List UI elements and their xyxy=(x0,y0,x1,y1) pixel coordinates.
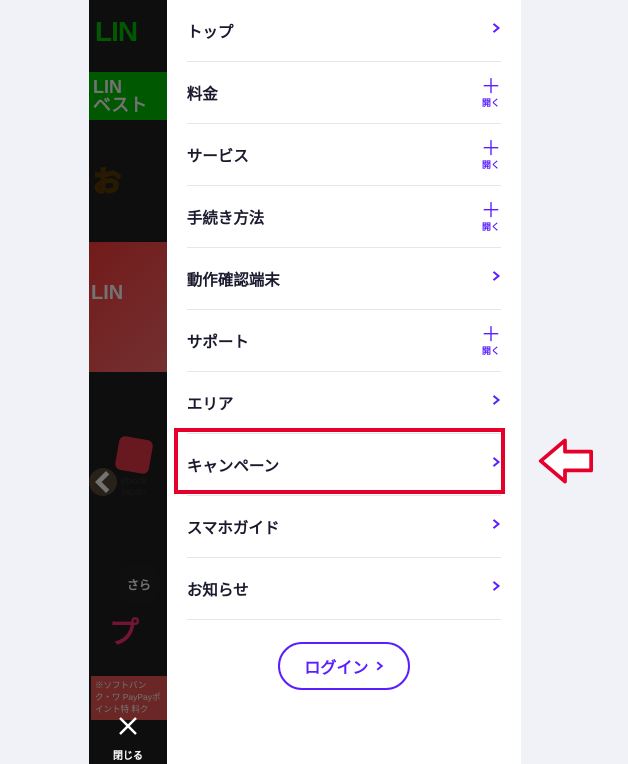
bg-green-line2: ベスト xyxy=(93,96,147,114)
menu-item-area[interactable]: エリア xyxy=(187,372,501,434)
chevron-right-icon xyxy=(491,269,501,288)
menu-list: トップ料金＋開くサービス＋開く手続き方法＋開く動作確認端末サポート＋開くエリアキ… xyxy=(167,0,521,620)
bg-black-circle: さら xyxy=(117,562,161,606)
chevron-right-icon xyxy=(491,21,501,40)
expand-icon: ＋開く xyxy=(481,201,501,233)
bg-green-band: LIN ベスト xyxy=(89,72,167,120)
menu-item-service[interactable]: サービス ＋開く xyxy=(187,124,501,186)
plus-icon: ＋ xyxy=(481,139,501,159)
chevron-right-icon xyxy=(491,455,501,474)
chevron-right-icon xyxy=(491,579,501,598)
menu-item-label: お知らせ xyxy=(187,578,249,600)
bg-ebook-logo: ebook japan xyxy=(111,438,157,484)
menu-item-label: スマホガイド xyxy=(187,516,280,538)
close-icon xyxy=(116,714,140,743)
plus-icon: ＋ xyxy=(481,325,501,345)
menu-item-price[interactable]: 料金 ＋開く xyxy=(187,62,501,124)
menu-item-campaign[interactable]: キャンペーン xyxy=(187,434,501,496)
menu-item-support[interactable]: サポート ＋開く xyxy=(187,310,501,372)
menu-item-news[interactable]: お知らせ xyxy=(187,558,501,620)
login-wrap: ログイン xyxy=(167,620,521,712)
drawer-menu: トップ料金＋開くサービス＋開く手続き方法＋開く動作確認端末サポート＋開くエリアキ… xyxy=(167,0,521,764)
close-menu-button[interactable]: 閉じる xyxy=(89,714,167,762)
expand-icon: ＋開く xyxy=(481,77,501,109)
chevron-right-icon xyxy=(375,660,384,672)
expand-caption: 開く xyxy=(482,158,500,171)
menu-item-label: エリア xyxy=(187,392,234,414)
menu-item-label: 料金 xyxy=(187,82,218,104)
bg-carousel-prev-icon xyxy=(89,468,117,496)
bg-green-line1: LIN xyxy=(93,78,122,96)
menu-item-label: 動作確認端末 xyxy=(187,268,280,290)
chevron-right-icon xyxy=(491,393,501,412)
menu-item-procedure[interactable]: 手続き方法 ＋開く xyxy=(187,186,501,248)
menu-item-devices[interactable]: 動作確認端末 xyxy=(187,248,501,310)
menu-item-label: トップ xyxy=(187,20,234,42)
expand-caption: 開く xyxy=(482,344,500,357)
plus-icon: ＋ xyxy=(481,201,501,221)
bg-pink-text: プ xyxy=(109,608,138,652)
menu-item-top[interactable]: トップ xyxy=(187,0,501,62)
menu-item-label: サービス xyxy=(187,144,249,166)
chevron-right-icon xyxy=(491,517,501,536)
bg-yellow-heading: お xyxy=(89,140,167,220)
expand-icon: ＋開く xyxy=(481,325,501,357)
plus-icon: ＋ xyxy=(481,77,501,97)
bg-ebook-prefix: ebo xyxy=(95,524,116,538)
menu-item-label: 手続き方法 xyxy=(187,206,265,228)
expand-caption: 開く xyxy=(482,220,500,233)
menu-item-label: キャンペーン xyxy=(187,454,279,476)
close-label: 閉じる xyxy=(113,747,143,762)
bg-ebook-label: ebook japan xyxy=(111,476,157,498)
menu-item-label: サポート xyxy=(187,330,249,352)
menu-item-guide[interactable]: スマホガイド xyxy=(187,496,501,558)
annotation-arrow-icon xyxy=(537,435,593,487)
dimmed-background: LIN LIN ベスト お LIN ebook japan ebo さら プ ※… xyxy=(89,0,167,764)
login-label: ログイン xyxy=(304,654,368,678)
bg-carousel-text: LIN xyxy=(91,282,123,305)
expand-icon: ＋開く xyxy=(481,139,501,171)
brand-logo: LIN xyxy=(95,16,137,48)
phone-viewport: LIN LIN ベスト お LIN ebook japan ebo さら プ ※… xyxy=(89,0,521,764)
login-button[interactable]: ログイン xyxy=(278,642,409,690)
bg-carousel-card: LIN xyxy=(89,242,167,372)
expand-caption: 開く xyxy=(482,96,500,109)
